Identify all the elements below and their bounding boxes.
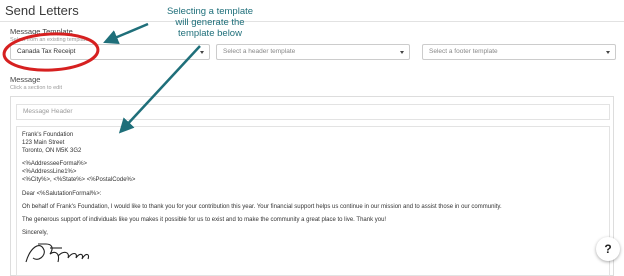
help-button[interactable]: ? bbox=[596, 237, 620, 261]
callout-arrow-icon bbox=[118, 45, 201, 134]
annotation-overlay bbox=[2, 22, 201, 263]
callout-line: Selecting a template bbox=[166, 6, 254, 17]
callout-line: template below bbox=[178, 28, 242, 39]
signature-image bbox=[25, 243, 90, 263]
callout-line: will generate the bbox=[175, 17, 245, 28]
highlight-circle bbox=[2, 32, 100, 72]
callout-text: Selecting a template will generate the t… bbox=[135, 6, 285, 39]
